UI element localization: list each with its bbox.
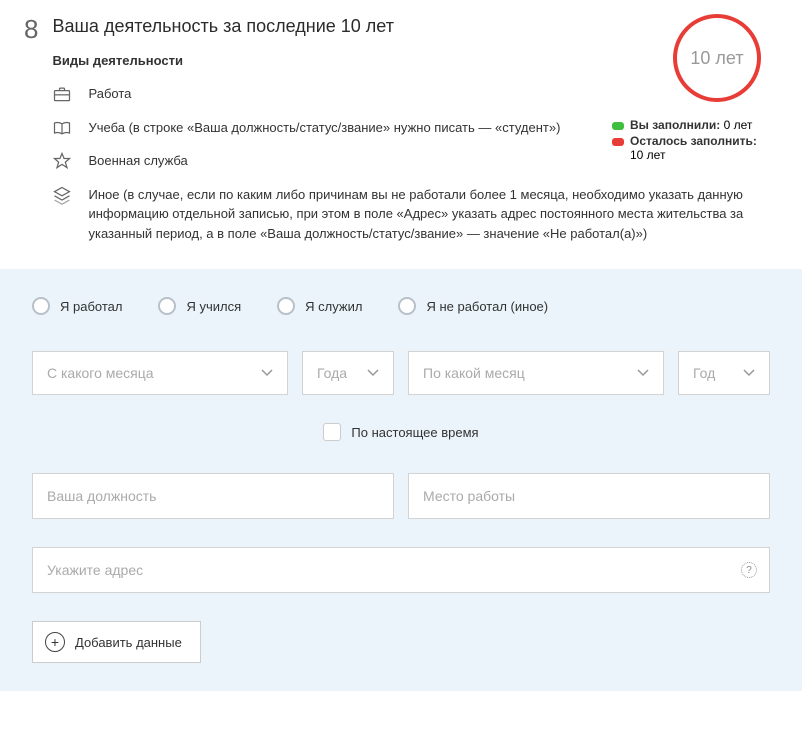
radio-none[interactable]: Я не работал (иное): [398, 297, 548, 315]
input-placeholder: Место работы: [423, 488, 515, 504]
address-input[interactable]: Укажите адрес ?: [32, 547, 770, 593]
select-placeholder: Год: [693, 365, 715, 381]
dot-green-icon: [612, 122, 624, 130]
radio-worked[interactable]: Я работал: [32, 297, 122, 315]
legend-filled-value: 0 лет: [724, 118, 753, 132]
from-year-select[interactable]: Года: [302, 351, 394, 395]
legend-filled-label: Вы заполнили:: [630, 118, 720, 132]
to-year-select[interactable]: Год: [678, 351, 770, 395]
radio-studied[interactable]: Я учился: [158, 297, 241, 315]
legend-remaining-value: 10 лет: [630, 148, 665, 162]
type-row-other: Иное (в случае, если по каким либо причи…: [52, 185, 778, 244]
present-checkbox[interactable]: [323, 423, 341, 441]
dot-red-icon: [612, 138, 624, 146]
position-input[interactable]: Ваша должность: [32, 473, 394, 519]
present-label: По настоящее время: [351, 425, 478, 440]
input-placeholder: Ваша должность: [47, 488, 156, 504]
progress-legend: Вы заполнили: 0 лет Осталось заполнить: …: [612, 118, 772, 164]
chevron-down-icon: [743, 369, 755, 377]
radio-label: Я не работал (иное): [426, 299, 548, 314]
to-month-select[interactable]: По какой месяц: [408, 351, 664, 395]
select-placeholder: С какого месяца: [47, 365, 154, 381]
legend-remaining-label: Осталось заполнить:: [630, 134, 757, 148]
add-data-button[interactable]: + Добавить данные: [32, 621, 201, 663]
radio-served[interactable]: Я служил: [277, 297, 362, 315]
radio-icon: [277, 297, 295, 315]
chevron-down-icon: [637, 369, 649, 377]
chevron-down-icon: [261, 369, 273, 377]
workplace-input[interactable]: Место работы: [408, 473, 770, 519]
plus-icon: +: [45, 632, 65, 652]
add-button-label: Добавить данные: [75, 635, 182, 650]
layers-icon: [52, 185, 72, 203]
help-icon[interactable]: ?: [741, 562, 757, 578]
select-placeholder: Года: [317, 365, 347, 381]
select-placeholder: По какой месяц: [423, 365, 525, 381]
radio-label: Я работал: [60, 299, 122, 314]
activity-form: Я работал Я учился Я служил Я не работал…: [0, 269, 802, 691]
radio-label: Я учился: [186, 299, 241, 314]
star-icon: [52, 151, 72, 169]
chevron-down-icon: [367, 369, 379, 377]
radio-icon: [398, 297, 416, 315]
progress-ring: 10 лет: [662, 14, 772, 102]
type-label: Иное (в случае, если по каким либо причи…: [88, 185, 778, 244]
from-month-select[interactable]: С какого месяца: [32, 351, 288, 395]
radio-label: Я служил: [305, 299, 362, 314]
book-icon: [52, 118, 72, 136]
radio-icon: [32, 297, 50, 315]
briefcase-icon: [52, 84, 72, 102]
ring-label: 10 лет: [690, 48, 743, 69]
radio-icon: [158, 297, 176, 315]
input-placeholder: Укажите адрес: [47, 562, 143, 578]
step-number: 8: [24, 16, 38, 42]
